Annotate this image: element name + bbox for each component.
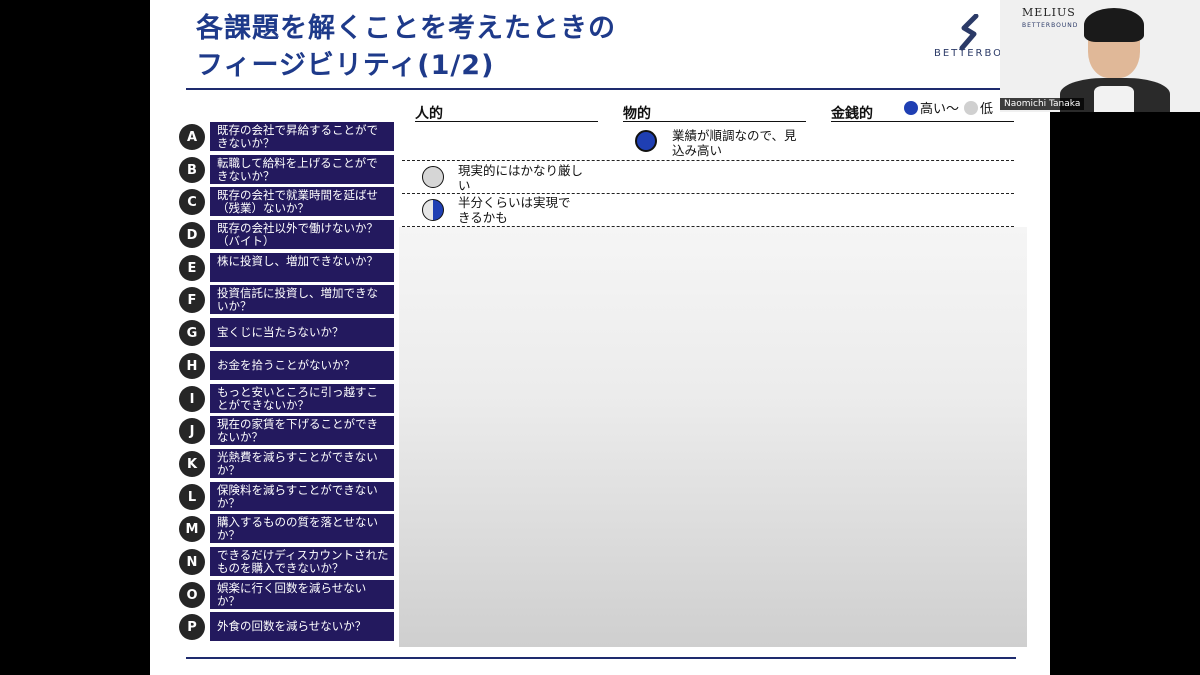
issue-label: 娯楽に行く回数を減らせないか？ [210, 580, 394, 609]
issue-item-g: G 宝くじに当たらないか？ [179, 318, 395, 347]
logo-text: BETTERBO [934, 48, 1004, 59]
slide-title-line-1: 各課題を解くことを考えたときの [196, 13, 616, 44]
issue-letter-badge: O [179, 582, 205, 608]
column-header-material-label: 物的 [623, 106, 651, 122]
issue-letter-badge: B [179, 157, 205, 183]
issue-label: もっと安いところに引っ越すことができないか？ [210, 384, 394, 413]
video-brand-sub: BETTERBOUND [1022, 22, 1079, 29]
issue-item-m: M 購入するものの質を落とせないか？ [179, 514, 395, 543]
column-header-financial-label: 金銭的 [831, 106, 873, 122]
issue-item-o: O 娯楽に行く回数を減らせないか？ [179, 580, 395, 609]
issue-label: 保険料を減らすことができないか？ [210, 482, 394, 511]
issue-item-h: H お金を拾うことがないか？ [179, 351, 395, 380]
high-dot-icon [904, 100, 918, 115]
issue-label: 株に投資し、増加できないか？ [210, 253, 394, 282]
issue-item-p: P 外食の回数を減らせないか？ [179, 612, 395, 641]
issue-letter-badge: N [179, 549, 205, 575]
column-header-human: 人的 [415, 103, 598, 123]
issue-letter-badge: P [179, 614, 205, 640]
issue-letter-badge: A [179, 124, 205, 150]
bottom-divider [186, 657, 1016, 659]
issue-label: 宝くじに当たらないか？ [210, 318, 394, 347]
participant-name: Naomichi Tanaka [1000, 98, 1085, 110]
issue-item-k: K 光熱費を減らすことができないか？ [179, 449, 395, 478]
issue-item-i: I もっと安いところに引っ越すことができないか？ [179, 384, 395, 413]
issue-label: 光熱費を減らすことができないか？ [210, 449, 394, 478]
issue-letter-badge: E [179, 255, 205, 281]
issue-letter-badge: F [179, 287, 205, 313]
presentation-slide: 各課題を解くことを考えたときの フィージビリティ(1/2) BETTERBO 人… [150, 0, 1050, 675]
issue-label: 既存の会社で昇給することができないか？ [210, 122, 394, 151]
issue-item-c: C 既存の会社で就業時間を延ばせ（残業）ないか？ [179, 187, 395, 216]
row-divider [402, 193, 1014, 194]
column-header-material: 物的 [623, 103, 806, 123]
issue-letter-badge: L [179, 484, 205, 510]
issue-item-d: D 既存の会社以外で働けないか？（バイト） [179, 220, 395, 249]
medium-feasibility-icon [422, 199, 444, 221]
issue-letter-badge: K [179, 451, 205, 477]
issue-label: 現在の家賃を下げることができないか？ [210, 416, 394, 445]
issue-label: お金を拾うことがないか？ [210, 351, 394, 380]
column-underline [415, 121, 598, 122]
issue-label: 外食の回数を減らせないか？ [210, 612, 394, 641]
feasibility-legend: 高い～ 低 [904, 98, 993, 117]
issue-letter-badge: C [179, 189, 205, 215]
column-underline [623, 121, 806, 122]
issue-letter-badge: J [179, 418, 205, 444]
participant-hair [1084, 8, 1144, 42]
issue-item-e: E 株に投資し、増加できないか？ [179, 253, 395, 282]
issue-letter-badge: G [179, 320, 205, 346]
loading-overlay [399, 227, 1027, 647]
top-divider [186, 88, 1016, 90]
issue-item-n: N できるだけディスカウントされたものを購入できないか？ [179, 547, 395, 576]
low-feasibility-icon [422, 166, 444, 188]
high-feasibility-icon [635, 130, 657, 152]
issue-label: 既存の会社以外で働けないか？（バイト） [210, 220, 394, 249]
participant-video-tile[interactable]: MELIUS BETTERBOUND Naomichi Tanaka [1000, 0, 1200, 112]
legend-low-label: 低 [980, 102, 994, 117]
video-brand: MELIUS [1022, 6, 1076, 19]
cell-c-human: 半分くらいは実現できるかも [458, 195, 571, 225]
issue-item-l: L 保険料を減らすことができないか？ [179, 482, 395, 511]
issue-item-j: J 現在の家賃を下げることができないか？ [179, 416, 395, 445]
column-underline [831, 121, 1014, 122]
issue-label: 投資信託に投資し、増加できないか？ [210, 285, 394, 314]
issue-item-b: B 転職して給料を上げることができないか？ [179, 155, 395, 184]
column-header-human-label: 人的 [415, 106, 443, 122]
participant-shirt [1094, 86, 1134, 112]
low-dot-icon [964, 100, 979, 115]
issue-label: 既存の会社で就業時間を延ばせ（残業）ないか？ [210, 187, 394, 216]
slide-title-line-2: フィージビリティ(1/2) [196, 50, 495, 81]
issue-item-a: A 既存の会社で昇給することができないか？ [179, 122, 395, 151]
issue-item-f: F 投資信託に投資し、増加できないか？ [179, 285, 395, 314]
column-header-financial: 金銭的 [831, 103, 1014, 123]
cell-a-material: 業績が順調なので、見込み高い [672, 128, 797, 158]
issue-letter-badge: I [179, 386, 205, 412]
cell-b-human: 現実的にはかなり厳しい [458, 163, 584, 193]
issue-letter-badge: M [179, 516, 205, 542]
issue-label: 購入するものの質を落とせないか？ [210, 514, 394, 543]
legend-high-label: 高い～ [920, 102, 960, 117]
issue-letter-badge: H [179, 353, 205, 379]
issue-label: できるだけディスカウントされたものを購入できないか？ [210, 547, 394, 576]
row-divider [402, 160, 1014, 161]
issue-letter-badge: D [179, 222, 205, 248]
issue-label: 転職して給料を上げることができないか？ [210, 155, 394, 184]
slide-title: 各課題を解くことを考えたときの フィージビリティ(1/2) [196, 10, 796, 84]
